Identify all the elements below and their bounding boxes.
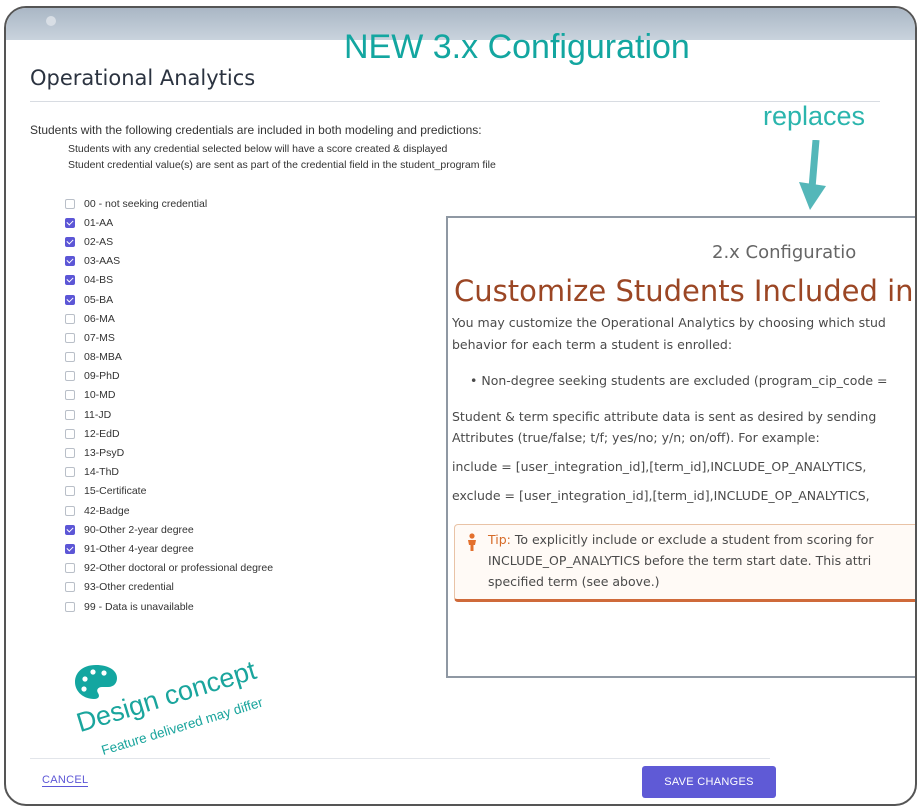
credential-label: 09-PhD (84, 370, 120, 383)
tip-line-3: specified term (see above.) (488, 574, 660, 589)
sub-line-1: Students with any credential selected be… (68, 143, 448, 155)
legacy-subtitle: 2.x Configuratio (712, 242, 857, 263)
credential-checkbox[interactable] (65, 275, 75, 286)
legacy-title: Customize Students Included in (454, 274, 914, 308)
credential-checkbox[interactable] (65, 428, 75, 439)
credential-option[interactable]: 08-MBA (65, 348, 273, 367)
credential-option[interactable]: 90-Other 2-year degree (65, 520, 273, 539)
credential-option[interactable]: 15-Certificate (65, 482, 273, 501)
credential-option[interactable]: 14-ThD (65, 463, 273, 482)
legacy-para-1: You may customize the Operational Analyt… (452, 315, 886, 330)
credential-checkbox[interactable] (65, 217, 75, 228)
tip-line-1: Tip: To explicitly include or exclude a … (488, 532, 873, 547)
window-dot (46, 16, 56, 26)
credential-label: 06-MA (84, 312, 115, 325)
credential-label: 12-EdD (84, 427, 120, 440)
credential-option[interactable]: 06-MA (65, 309, 273, 328)
credential-checkbox[interactable] (65, 332, 75, 343)
tip-box: Tip: To explicitly include or exclude a … (454, 524, 915, 602)
footer-divider (30, 758, 770, 759)
cancel-button[interactable]: CANCEL (42, 774, 89, 787)
credential-label: 08-MBA (84, 351, 122, 364)
tip-line-2: INCLUDE_OP_ANALYTICS before the term sta… (488, 553, 872, 568)
credential-label: 90-Other 2-year degree (84, 523, 194, 536)
credential-label: 02-AS (84, 235, 114, 248)
credential-label: 13-PsyD (84, 447, 125, 460)
credential-label: 11-JD (84, 408, 112, 421)
down-arrow-icon (799, 140, 826, 210)
page-title: Operational Analytics (30, 66, 256, 90)
credential-label: 10-MD (84, 389, 116, 402)
credential-option[interactable]: 91-Other 4-year degree (65, 539, 273, 558)
tip-line-1-text: To explicitly include or exclude a stude… (510, 532, 874, 547)
credential-checkbox[interactable] (65, 294, 75, 305)
credential-label: 93-Other credential (84, 581, 174, 594)
legacy-exclude-example: exclude = [user_integration_id],[term_id… (452, 488, 870, 503)
credential-option[interactable]: 10-MD (65, 386, 273, 405)
credential-label: 00 - not seeking credential (84, 197, 208, 210)
credential-checkbox[interactable] (65, 486, 75, 497)
credential-option[interactable]: 92-Other doctoral or professional degree (65, 559, 273, 578)
credential-checkbox[interactable] (65, 582, 75, 593)
legacy-para-4: Attributes (true/false; t/f; yes/no; y/n… (452, 430, 820, 445)
legacy-para-2: behavior for each term a student is enro… (452, 337, 733, 352)
credential-option[interactable]: 11-JD (65, 405, 273, 424)
credential-checkbox[interactable] (65, 505, 75, 516)
credential-option[interactable]: 02-AS (65, 232, 273, 251)
credential-label: 92-Other doctoral or professional degree (84, 562, 274, 575)
credential-label: 05-BA (84, 293, 114, 306)
credential-label: 42-Badge (84, 504, 130, 517)
credential-option[interactable]: 93-Other credential (65, 578, 273, 597)
person-tip-icon (465, 533, 479, 555)
credential-option[interactable]: 09-PhD (65, 367, 273, 386)
credential-label: 04-BS (84, 274, 114, 287)
credential-label: 07-MS (84, 331, 115, 344)
credential-checkbox[interactable] (65, 352, 75, 363)
replaces-label: replaces (763, 101, 866, 131)
sub-line-2: Student credential value(s) are sent as … (68, 159, 496, 171)
legacy-para-3: Student & term specific attribute data i… (452, 409, 877, 424)
credential-label: 14-ThD (84, 466, 120, 479)
tip-label: Tip: (488, 532, 511, 547)
credential-checkbox[interactable] (65, 467, 75, 478)
credential-label: 01-AA (84, 216, 114, 229)
credential-checkbox[interactable] (65, 524, 75, 535)
legacy-config-screenshot: 2.x Configuratio Customize Students Incl… (446, 216, 915, 678)
credential-checkbox-list: 00 - not seeking credential 01-AA 02-AS 03-… (65, 194, 273, 616)
title-divider (30, 101, 880, 102)
credential-option[interactable]: 12-EdD (65, 424, 273, 443)
legacy-include-example: include = [user_integration_id],[term_id… (452, 459, 867, 474)
credential-checkbox[interactable] (65, 409, 75, 420)
credential-label: 03-AAS (84, 255, 121, 268)
credential-checkbox[interactable] (65, 313, 75, 324)
credential-option[interactable]: 13-PsyD (65, 443, 273, 462)
credential-checkbox[interactable] (65, 543, 75, 554)
credential-checkbox[interactable] (65, 601, 75, 612)
credential-label: 99 - Data is unavailable (84, 600, 194, 613)
credential-option[interactable]: 00 - not seeking credential (65, 194, 273, 213)
credential-option[interactable]: 01-AA (65, 213, 273, 232)
intro-text: Students with the following credentials … (30, 123, 482, 137)
palette-icon (75, 665, 117, 699)
credential-checkbox[interactable] (65, 198, 75, 209)
legacy-bullet: • Non-degree seeking students are exclud… (470, 373, 888, 388)
credential-option[interactable]: 05-BA (65, 290, 273, 309)
app-window: Operational Analytics Students with the … (4, 6, 917, 806)
new-config-label: NEW 3.x Configuration (344, 28, 690, 66)
legacy-bullet-text: Non-degree seeking students are excluded… (481, 373, 888, 388)
credential-checkbox[interactable] (65, 390, 75, 401)
credential-checkbox[interactable] (65, 563, 75, 574)
credential-option[interactable]: 99 - Data is unavailable (65, 597, 273, 616)
credential-option[interactable]: 42-Badge (65, 501, 273, 520)
credential-checkbox[interactable] (65, 256, 75, 267)
credential-option[interactable]: 07-MS (65, 328, 273, 347)
credential-option[interactable]: 03-AAS (65, 252, 273, 271)
credential-checkbox[interactable] (65, 236, 75, 247)
credential-checkbox[interactable] (65, 371, 75, 382)
save-changes-button[interactable]: SAVE CHANGES (642, 766, 776, 798)
credential-label: 91-Other 4-year degree (84, 542, 194, 555)
credential-checkbox[interactable] (65, 448, 75, 459)
credential-label: 15-Certificate (84, 485, 147, 498)
credential-option[interactable]: 04-BS (65, 271, 273, 290)
